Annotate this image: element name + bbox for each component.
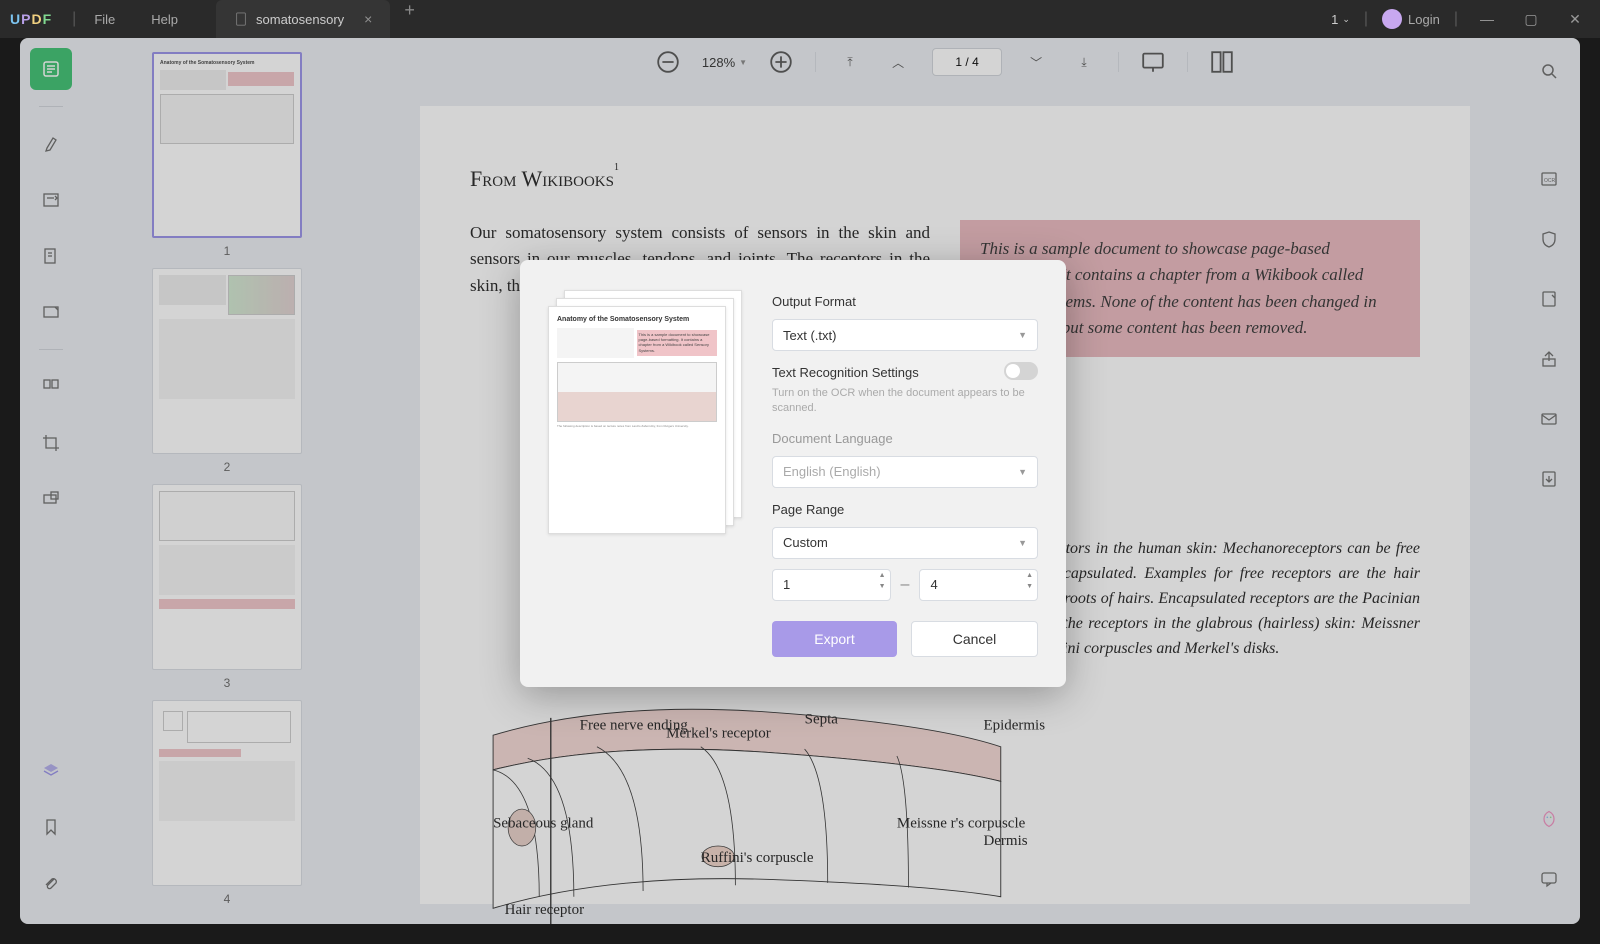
export-button[interactable]: Export <box>772 621 897 657</box>
tab-label: somatosensory <box>256 12 344 27</box>
export-dialog: Anatomy of the Somatosensory System This… <box>520 260 1066 687</box>
language-select: English (English)▼ <box>772 456 1038 488</box>
output-format-select[interactable]: Text (.txt)▼ <box>772 319 1038 351</box>
doc-icon <box>234 12 248 26</box>
spinner-down-icon[interactable]: ▼ <box>1026 583 1033 590</box>
export-form: Output Format Text (.txt)▼ Text Recognit… <box>772 290 1038 657</box>
language-label: Document Language <box>772 431 1038 446</box>
export-preview: Anatomy of the Somatosensory System This… <box>548 290 748 657</box>
menu-help[interactable]: Help <box>151 12 178 27</box>
close-tab-icon[interactable]: × <box>364 11 372 27</box>
spinner-up-icon[interactable]: ▲ <box>1026 572 1033 579</box>
ocr-hint: Turn on the OCR when the document appear… <box>772 386 1038 417</box>
output-format-label: Output Format <box>772 294 1038 309</box>
range-to-input[interactable]: 4▲▼ <box>919 569 1038 601</box>
range-label: Page Range <box>772 502 1038 517</box>
titlebar: UPDF | File Help somatosensory × + 1 ⌄ |… <box>0 0 1600 38</box>
ocr-toggle[interactable] <box>1004 362 1038 380</box>
range-select[interactable]: Custom▼ <box>772 527 1038 559</box>
range-dash: – <box>901 576 910 594</box>
range-from-input[interactable]: 1▲▼ <box>772 569 891 601</box>
ocr-label: Text Recognition Settings <box>772 365 919 380</box>
avatar-icon <box>1382 9 1402 29</box>
document-tab[interactable]: somatosensory × <box>216 0 390 38</box>
menu-file[interactable]: File <box>94 12 115 27</box>
maximize-button[interactable]: ▢ <box>1516 11 1546 28</box>
cancel-button[interactable]: Cancel <box>911 621 1038 657</box>
minimize-button[interactable]: — <box>1472 11 1502 27</box>
app-logo: UPDF <box>10 11 52 27</box>
close-window-button[interactable]: ✕ <box>1560 11 1590 28</box>
spinner-up-icon[interactable]: ▲ <box>879 572 886 579</box>
new-tab-button[interactable]: + <box>392 0 427 38</box>
tab-count[interactable]: 1 ⌄ <box>1331 12 1350 27</box>
spinner-down-icon[interactable]: ▼ <box>879 583 886 590</box>
login-button[interactable]: Login <box>1382 9 1440 29</box>
